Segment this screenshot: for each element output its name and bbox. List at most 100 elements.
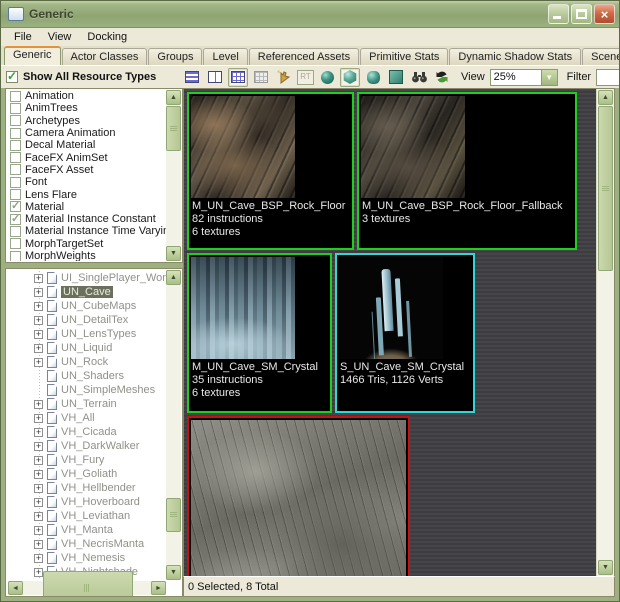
- asset-tile[interactable]: M_UN_Cave_BSP_Rock_Floor_Fallback 3 text…: [357, 92, 577, 250]
- list-view-button[interactable]: [182, 68, 202, 87]
- tree-expander-icon[interactable]: [34, 274, 43, 283]
- tab[interactable]: Dynamic Shadow Stats: [449, 48, 581, 65]
- tree-expander-icon[interactable]: [34, 568, 43, 577]
- resource-type-item[interactable]: Material Instance Constant: [7, 213, 166, 225]
- tree-item[interactable]: VH_Goliath: [8, 467, 166, 481]
- tree-expander-icon[interactable]: [34, 498, 43, 507]
- resource-type-checkbox[interactable]: [10, 115, 21, 126]
- tree-item[interactable]: UN_Rock: [8, 355, 166, 369]
- resource-type-checkbox[interactable]: [10, 152, 21, 163]
- resource-type-checkbox[interactable]: [10, 214, 21, 225]
- tree-item[interactable]: VH_Cicada: [8, 425, 166, 439]
- resource-type-item[interactable]: MorphWeights: [7, 250, 166, 261]
- scrollbar-thumb[interactable]: [598, 106, 613, 271]
- tree-expander-icon[interactable]: [34, 344, 43, 353]
- menu-item[interactable]: Docking: [80, 30, 134, 44]
- resource-type-item[interactable]: Decal Material: [7, 139, 166, 151]
- resource-type-item[interactable]: Lens Flare: [7, 188, 166, 200]
- maximize-button[interactable]: [571, 4, 592, 24]
- resource-type-checkbox[interactable]: [10, 128, 21, 139]
- resource-type-item[interactable]: Material Instance Time Varying: [7, 225, 166, 237]
- tab[interactable]: Level: [203, 48, 247, 65]
- tree-expander-icon[interactable]: [34, 302, 43, 311]
- scroll-left-button[interactable]: [8, 581, 23, 595]
- resource-type-item[interactable]: AnimTrees: [7, 102, 166, 114]
- view-zoom-dropdown[interactable]: 25% ▼: [490, 69, 558, 86]
- pick-tool-button[interactable]: [274, 68, 294, 87]
- asset-tile[interactable]: [187, 416, 410, 576]
- tree-item[interactable]: VH_Hoverboard: [8, 495, 166, 509]
- tree-item[interactable]: VH_Manta: [8, 523, 166, 537]
- resource-type-item[interactable]: Camera Animation: [7, 127, 166, 139]
- tree-expander-icon[interactable]: [34, 358, 43, 367]
- tree-item[interactable]: VH_Hellbender: [8, 481, 166, 495]
- resource-type-checkbox[interactable]: [10, 140, 21, 151]
- tree-expander-icon[interactable]: [34, 288, 43, 297]
- tab[interactable]: Primitive Stats: [360, 48, 448, 65]
- tree-item[interactable]: VH_All: [8, 411, 166, 425]
- close-button[interactable]: ×: [594, 4, 615, 24]
- tree-expander-icon[interactable]: [34, 512, 43, 521]
- tab[interactable]: Groups: [148, 48, 202, 65]
- tree-expander-icon[interactable]: [34, 428, 43, 437]
- tree-item[interactable]: VH_Leviathan: [8, 509, 166, 523]
- resource-type-checkbox[interactable]: [10, 164, 21, 175]
- scrollbar-thumb[interactable]: [43, 571, 133, 597]
- tab[interactable]: Scene Manager: [582, 48, 620, 65]
- tree-vertical-scrollbar[interactable]: [166, 270, 181, 580]
- tab[interactable]: Generic: [4, 46, 61, 65]
- tab[interactable]: Actor Classes: [62, 48, 148, 65]
- tree-item[interactable]: UN_CubeMaps: [8, 299, 166, 313]
- tree-item[interactable]: VH_DarkWalker: [8, 439, 166, 453]
- split-view-button[interactable]: [205, 68, 225, 87]
- cube-primitive-button[interactable]: [386, 68, 406, 87]
- show-all-checkbox[interactable]: [6, 71, 18, 83]
- tree-expander-icon[interactable]: [34, 442, 43, 451]
- scroll-down-button[interactable]: [166, 246, 181, 261]
- scroll-up-button[interactable]: [166, 270, 181, 285]
- tree-item[interactable]: VH_Fury: [8, 453, 166, 467]
- thumbnail-view-button[interactable]: [228, 68, 248, 87]
- title-bar[interactable]: Generic ×: [1, 1, 619, 28]
- scrollbar-thumb[interactable]: [166, 498, 181, 532]
- resource-type-item[interactable]: Font: [7, 176, 166, 188]
- menu-item[interactable]: File: [7, 30, 39, 44]
- refresh-button[interactable]: [432, 68, 452, 87]
- tree-item[interactable]: UN_DetailTex: [8, 313, 166, 327]
- tree-item[interactable]: UN_Shaders: [8, 369, 166, 383]
- resource-type-item[interactable]: FaceFX Asset: [7, 164, 166, 176]
- asset-tile[interactable]: M_UN_Cave_BSP_Rock_Floor 82 instructions…: [187, 92, 354, 250]
- minimize-button[interactable]: [548, 4, 569, 24]
- tree-expander-icon[interactable]: [34, 470, 43, 479]
- tab[interactable]: Referenced Assets: [249, 48, 359, 65]
- scrollbar-thumb[interactable]: [166, 106, 181, 151]
- tree-expander-icon[interactable]: [34, 414, 43, 423]
- tree-item[interactable]: VH_NecrisManta: [8, 537, 166, 551]
- tree-expander-icon[interactable]: [34, 330, 43, 339]
- tree-expander-icon[interactable]: [34, 554, 43, 563]
- tree-item[interactable]: UN_LensTypes: [8, 327, 166, 341]
- chevron-down-icon[interactable]: ▼: [541, 70, 557, 85]
- viewport-scrollbar[interactable]: [596, 89, 614, 576]
- tree-expander-icon[interactable]: [34, 400, 43, 409]
- tree-item[interactable]: UN_Terrain: [8, 397, 166, 411]
- resource-type-item[interactable]: Archetypes: [7, 115, 166, 127]
- tree-item[interactable]: UN_Cave: [8, 285, 166, 299]
- scroll-right-button[interactable]: [151, 581, 166, 595]
- resource-type-item[interactable]: Animation: [7, 90, 166, 102]
- tree-expander-icon[interactable]: [34, 484, 43, 493]
- resource-type-checkbox[interactable]: [10, 103, 21, 114]
- scroll-up-button[interactable]: [166, 90, 181, 105]
- scroll-down-button[interactable]: [598, 560, 613, 575]
- tree-item[interactable]: UN_Liquid: [8, 341, 166, 355]
- asset-tile[interactable]: S_UN_Cave_SM_Crystal 1466 Tris, 1126 Ver…: [335, 253, 475, 413]
- filter-input[interactable]: [596, 69, 620, 86]
- resource-type-checkbox[interactable]: [10, 238, 21, 249]
- resource-type-checkbox[interactable]: [10, 226, 21, 237]
- scroll-up-button[interactable]: [598, 90, 613, 105]
- tree-expander-icon[interactable]: [34, 316, 43, 325]
- resource-type-item[interactable]: Material: [7, 201, 166, 213]
- tree-expander-icon[interactable]: [34, 526, 43, 535]
- show-all-resource-types[interactable]: Show All Resource Types: [1, 71, 179, 83]
- resource-type-item[interactable]: MorphTargetSet: [7, 238, 166, 250]
